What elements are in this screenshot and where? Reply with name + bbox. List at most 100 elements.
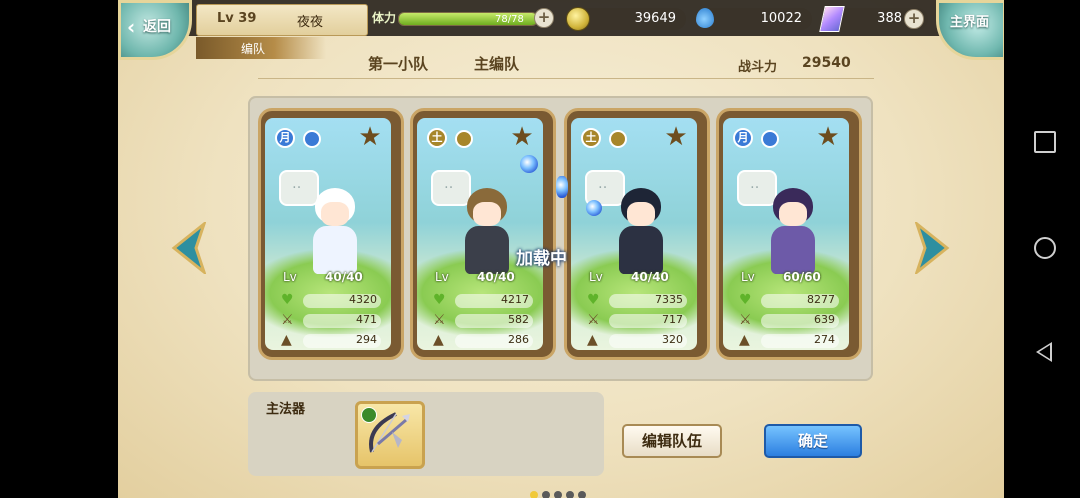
player-level: Lv 39 bbox=[217, 11, 257, 26]
character-card[interactable]: 月 ★ Lv 40/40 ♥ 4320 ⚔ 471 ▲ bbox=[258, 108, 404, 360]
rank-star-icon: ★ bbox=[816, 122, 840, 152]
card-lv-label: Lv bbox=[435, 270, 449, 284]
page-dot[interactable] bbox=[554, 491, 562, 498]
character-sprite bbox=[305, 188, 365, 278]
atk-value: 639 bbox=[814, 313, 835, 326]
loading-flame-icon bbox=[556, 176, 568, 198]
page-dot[interactable] bbox=[578, 491, 586, 498]
heart-icon: ♥ bbox=[281, 292, 294, 308]
weapon-panel: 主法器 bbox=[248, 392, 604, 476]
home-button[interactable]: 主界面 bbox=[936, 0, 1004, 60]
def-value: 320 bbox=[662, 333, 683, 346]
character-card[interactable]: 土 ★ Lv 40/40 ♥ 7335 ⚔ 717 ▲ bbox=[564, 108, 710, 360]
def-value: 294 bbox=[356, 333, 377, 346]
chevron-left-icon: ‹ bbox=[127, 15, 136, 39]
sub-element-icon bbox=[761, 130, 779, 148]
back-button[interactable]: ‹ 返回 bbox=[118, 0, 192, 60]
loading-orb bbox=[520, 155, 538, 173]
boot-icon: ▲ bbox=[587, 332, 598, 348]
card-art: 月 ★ Lv 40/40 ♥ 4320 ⚔ 471 ▲ bbox=[265, 118, 391, 350]
character-sprite bbox=[763, 188, 823, 278]
section-tag: 编队 bbox=[196, 37, 326, 59]
element-icon: 土 bbox=[581, 128, 601, 148]
stamina-label: 体力 bbox=[372, 11, 397, 25]
rank-star-icon: ★ bbox=[664, 122, 688, 152]
rank-star-icon: ★ bbox=[510, 122, 534, 152]
page-dot[interactable] bbox=[542, 491, 550, 498]
def-stat: ▲ 320 bbox=[585, 332, 693, 348]
hp-value: 4320 bbox=[349, 293, 377, 306]
card-art: 月 ★ Lv 60/60 ♥ 8277 ⚔ 639 ▲ bbox=[723, 118, 849, 350]
element-icon: 月 bbox=[733, 128, 753, 148]
page-indicator bbox=[530, 484, 590, 498]
header-divider bbox=[258, 78, 874, 79]
weapon-label: 主法器 bbox=[266, 402, 306, 417]
back-label: 返回 bbox=[143, 19, 171, 35]
hp-value: 4217 bbox=[501, 293, 529, 306]
add-stamina-button[interactable]: + bbox=[534, 8, 554, 28]
heart-icon: ♥ bbox=[587, 292, 600, 308]
page-dot[interactable] bbox=[566, 491, 574, 498]
stamina-bar: 体力 78/78 bbox=[370, 6, 556, 30]
wind-element-icon bbox=[361, 407, 377, 423]
card-art: 土 ★ Lv 40/40 ♥ 7335 ⚔ 717 ▲ bbox=[571, 118, 697, 350]
add-crystal-button[interactable]: + bbox=[904, 9, 924, 29]
card-level: 60/60 bbox=[783, 270, 821, 284]
sword-icon: ⚔ bbox=[739, 312, 752, 328]
sub-element-icon bbox=[609, 130, 627, 148]
recent-apps-icon[interactable] bbox=[1034, 131, 1056, 153]
atk-stat: ⚔ 471 bbox=[279, 312, 387, 328]
edit-team-button[interactable]: 编辑队伍 bbox=[622, 424, 722, 458]
back-icon[interactable] bbox=[1036, 342, 1052, 362]
power-label: 战斗力 bbox=[738, 60, 778, 75]
sub-element-icon bbox=[455, 130, 473, 148]
card-lv-label: Lv bbox=[283, 270, 297, 284]
sword-icon: ⚔ bbox=[433, 312, 446, 328]
sword-icon: ⚔ bbox=[281, 312, 294, 328]
power-value: 29540 bbox=[802, 55, 851, 71]
heart-icon: ♥ bbox=[739, 292, 752, 308]
home-label: 主界面 bbox=[949, 15, 989, 30]
sub-element-icon bbox=[303, 130, 321, 148]
atk-value: 582 bbox=[508, 313, 529, 326]
hp-value: 7335 bbox=[655, 293, 683, 306]
team-name: 第一小队 bbox=[368, 55, 429, 73]
weapon-slot[interactable] bbox=[355, 401, 425, 469]
gold-coin-icon bbox=[566, 7, 590, 31]
card-lv-label: Lv bbox=[589, 270, 603, 284]
loading-text: 加载中 bbox=[516, 249, 567, 269]
team-type: 主编队 bbox=[474, 55, 520, 73]
atk-stat: ⚔ 639 bbox=[737, 312, 845, 328]
atk-stat: ⚔ 717 bbox=[585, 312, 693, 328]
character-card[interactable]: 月 ★ Lv 60/60 ♥ 8277 ⚔ 639 ▲ bbox=[716, 108, 862, 360]
next-team-arrow-icon[interactable] bbox=[915, 222, 951, 274]
boot-icon: ▲ bbox=[739, 332, 750, 348]
player-info-panel: Lv 39 夜夜 bbox=[196, 4, 368, 36]
player-name: 夜夜 bbox=[297, 15, 324, 30]
heart-icon: ♥ bbox=[433, 292, 446, 308]
sword-icon: ⚔ bbox=[587, 312, 600, 328]
hp-stat: ♥ 4217 bbox=[431, 292, 539, 308]
gold-resource: 39649 bbox=[566, 7, 686, 31]
confirm-button[interactable]: 确定 bbox=[764, 424, 862, 458]
character-sprite bbox=[457, 188, 517, 278]
crystal-icon bbox=[819, 6, 845, 32]
prev-team-arrow-icon[interactable] bbox=[170, 222, 206, 274]
atk-value: 717 bbox=[662, 313, 683, 326]
home-icon[interactable] bbox=[1034, 237, 1056, 259]
atk-stat: ⚔ 582 bbox=[431, 312, 539, 328]
hp-stat: ♥ 8277 bbox=[737, 292, 845, 308]
character-sprite bbox=[611, 188, 671, 278]
card-level: 40/40 bbox=[325, 270, 363, 284]
element-icon: 土 bbox=[427, 128, 447, 148]
crystal-value: 388 bbox=[877, 11, 902, 26]
gold-value: 39649 bbox=[634, 11, 676, 26]
page-dot[interactable] bbox=[530, 491, 538, 498]
def-stat: ▲ 286 bbox=[431, 332, 539, 348]
boot-icon: ▲ bbox=[433, 332, 444, 348]
hp-stat: ♥ 7335 bbox=[585, 292, 693, 308]
stamina-value: 78/78 bbox=[495, 14, 524, 25]
character-card[interactable]: 土 ★ Lv 40/40 ♥ 4217 ⚔ 582 ▲ bbox=[410, 108, 556, 360]
element-icon: 月 bbox=[275, 128, 295, 148]
boot-icon: ▲ bbox=[281, 332, 292, 348]
